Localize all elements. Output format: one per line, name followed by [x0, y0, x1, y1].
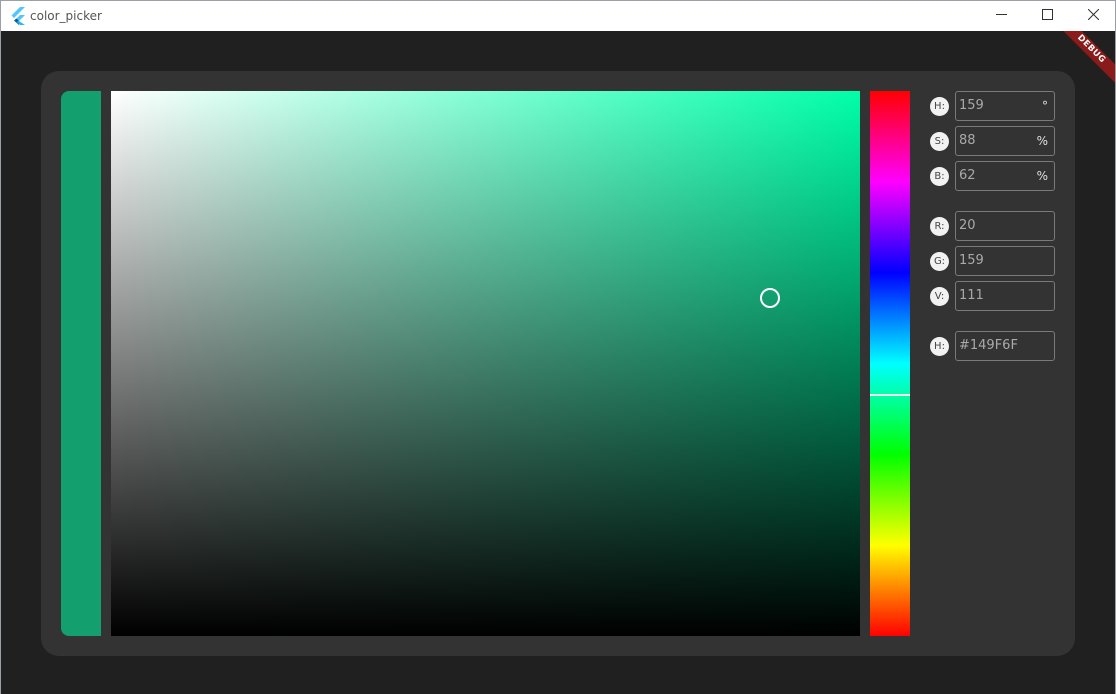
saturation-label: S:	[930, 132, 949, 151]
maximize-button[interactable]	[1024, 1, 1070, 31]
maximize-icon	[1041, 7, 1053, 25]
saturation-field-row: S: 88 %	[930, 126, 1056, 156]
flutter-logo-icon	[10, 7, 26, 25]
close-icon	[1087, 7, 1099, 25]
minimize-icon	[995, 7, 1007, 25]
red-field-row: R: 20	[930, 211, 1056, 241]
blue-value: 111	[959, 288, 984, 303]
close-button[interactable]	[1070, 1, 1115, 31]
app-window: color_picker DEBUG H: 159 ° S: 88 % B: 6…	[0, 0, 1116, 694]
blue-label: V:	[930, 287, 949, 306]
hex-input[interactable]: #149F6F	[955, 331, 1055, 361]
hex-field-row: H: #149F6F	[930, 331, 1056, 361]
green-label: G:	[930, 252, 949, 271]
hue-input[interactable]: 159 °	[955, 91, 1055, 121]
green-input[interactable]: 159	[955, 246, 1055, 276]
red-label: R:	[930, 217, 949, 236]
saturation-value: 88	[959, 133, 976, 148]
blue-input[interactable]: 111	[955, 281, 1055, 311]
minimize-button[interactable]	[978, 1, 1024, 31]
brightness-gradient	[111, 91, 860, 636]
title-bar: color_picker	[1, 0, 1115, 31]
brightness-unit: %	[1036, 169, 1048, 183]
saturation-brightness-area[interactable]	[111, 91, 860, 636]
red-value: 20	[959, 218, 976, 233]
green-value: 159	[959, 253, 984, 268]
hue-unit: °	[1042, 99, 1048, 113]
red-input[interactable]: 20	[955, 211, 1055, 241]
hue-value: 159	[959, 98, 984, 113]
window-title: color_picker	[30, 9, 102, 23]
saturation-input[interactable]: 88 %	[955, 126, 1055, 156]
hex-value: #149F6F	[959, 338, 1018, 353]
brightness-value: 62	[959, 168, 976, 183]
saturation-unit: %	[1036, 134, 1048, 148]
hue-slider[interactable]	[870, 91, 910, 636]
brightness-label: B:	[930, 167, 949, 186]
color-picker-card: H: 159 ° S: 88 % B: 62 % R: 20 G: 159 V:…	[41, 71, 1075, 656]
blue-field-row: V: 111	[930, 281, 1056, 311]
hue-label: H:	[930, 97, 949, 116]
green-field-row: G: 159	[930, 246, 1056, 276]
hex-label: H:	[930, 337, 949, 356]
brightness-input[interactable]: 62 %	[955, 161, 1055, 191]
hue-slider-thumb[interactable]	[870, 394, 910, 397]
brightness-field-row: B: 62 %	[930, 161, 1056, 191]
selected-color-preview	[61, 91, 101, 636]
color-selector-thumb[interactable]	[760, 288, 781, 309]
hue-field-row: H: 159 °	[930, 91, 1056, 121]
